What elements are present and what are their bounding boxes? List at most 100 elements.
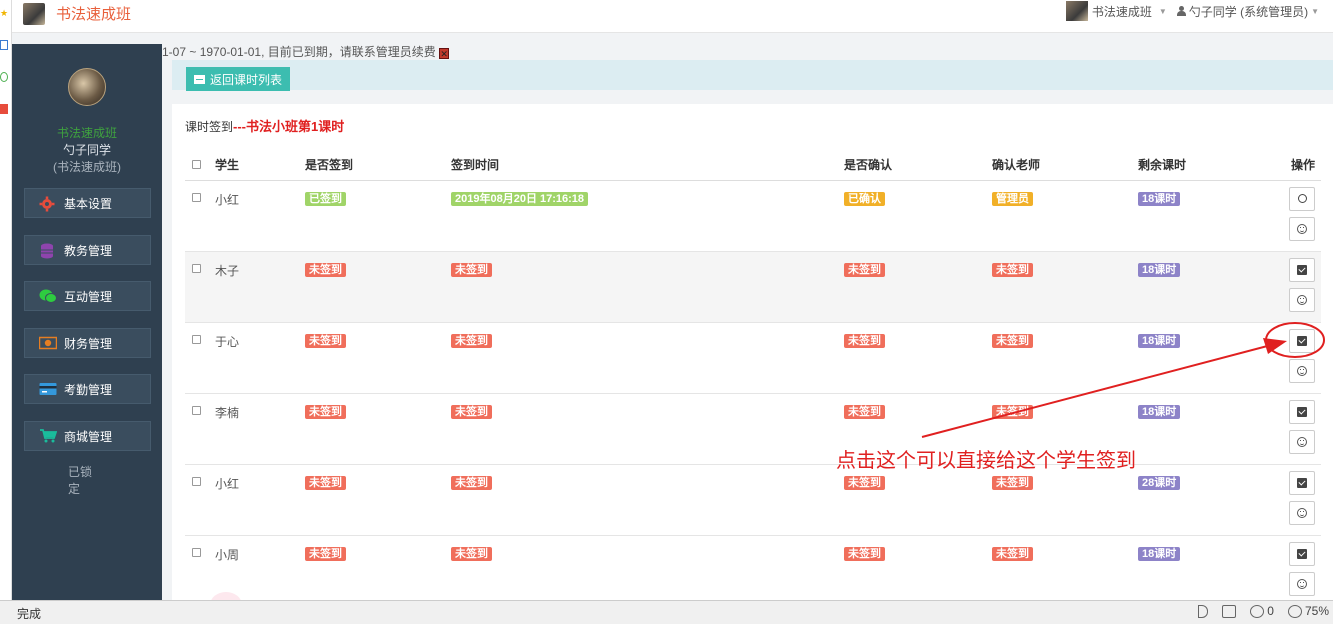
sidebar-item-basic-settings[interactable]: 基本设置 (24, 188, 151, 218)
money-icon (38, 336, 58, 350)
signed-cell: 未签到 (305, 464, 451, 536)
sign-in-button[interactable] (1289, 399, 1315, 424)
sign-in-button[interactable] (1289, 328, 1315, 353)
teacher-badge: 未签到 (992, 262, 1033, 277)
column-header-sign-time: 签到时间 (451, 150, 844, 181)
close-icon[interactable]: ✕ (439, 48, 450, 59)
row-checkbox[interactable] (192, 192, 201, 202)
row-checkbox[interactable] (192, 547, 201, 557)
remaining-badge: 18课时 (1138, 191, 1181, 206)
top-navbar: 书法速成班 书法速成班 ▼ 勺子同学 (系统管理员) ▼ (12, 0, 1333, 33)
row-checkbox[interactable] (192, 334, 201, 344)
table-row: 小红 未签到 未签到 未签到 未签到 28课时 (185, 464, 1321, 536)
back-to-lesson-list-button[interactable]: 返回课时列表 (186, 67, 291, 91)
remaining-cell: 18课时 (1138, 393, 1248, 465)
sign-time-badge: 2019年08月20日 17:16:18 (451, 191, 589, 206)
select-all-checkbox[interactable] (192, 159, 201, 169)
teacher-cell: 未签到 (992, 322, 1138, 394)
signed-cell: 未签到 (305, 393, 451, 465)
student-name: 木子 (215, 251, 305, 323)
sign-time-badge: 未签到 (451, 546, 492, 561)
sign-time-cell: 未签到 (451, 535, 844, 607)
sidebar-item-finance[interactable]: 财务管理 (24, 328, 151, 358)
teacher-badge: 未签到 (992, 333, 1033, 348)
user-icon (1176, 6, 1186, 16)
attendance-panel: 课时签到---书法小班第1课时 学生 是否签到 签到时间 是否确认 确认老师 剩… (172, 104, 1333, 607)
actions-cell (1248, 322, 1321, 394)
smile-icon (1297, 507, 1307, 518)
sign-time-cell: 未签到 (451, 251, 844, 323)
table-row: 小红 已签到 2019年08月20日 17:16:18 已确认 管理员 18课时 (185, 180, 1321, 252)
locked-status: 已锁定 (68, 465, 93, 496)
teacher-cell: 未签到 (992, 464, 1138, 536)
signed-badge: 已签到 (305, 191, 346, 206)
column-header-actions: 操作 (1248, 150, 1321, 181)
adblock-counter[interactable]: 0 (1250, 604, 1274, 618)
sidebar-item-attendance[interactable]: 考勤管理 (24, 374, 151, 404)
column-header-student: 学生 (215, 150, 305, 181)
cart-icon (39, 429, 58, 443)
page-icon[interactable] (0, 40, 8, 50)
card-icon (39, 382, 57, 396)
school-switcher[interactable]: 书法速成班 ▼ (1065, 1, 1167, 21)
page-title: 课时签到---书法小班第1课时 (185, 116, 344, 135)
chevron-down-icon: ▼ (1311, 6, 1319, 16)
comment-button[interactable] (1289, 216, 1315, 241)
school-switcher-label: 书法速成班 (1091, 4, 1152, 19)
zoom-control[interactable]: 75% (1287, 604, 1329, 618)
row-checkbox[interactable] (192, 405, 201, 415)
signed-cell: 未签到 (305, 535, 451, 607)
sidebar-item-label: 考勤管理 (64, 382, 113, 397)
row-checkbox[interactable] (192, 476, 201, 486)
sign-time-badge: 未签到 (451, 404, 492, 419)
database-icon (39, 243, 57, 259)
comment-button[interactable] (1289, 358, 1315, 383)
confirmed-cell: 已确认 (844, 180, 992, 252)
sidebar-item-academic[interactable]: 教务管理 (24, 235, 151, 265)
avatar[interactable] (68, 68, 106, 106)
back-button-label: 返回课时列表 (210, 72, 283, 87)
sign-in-button[interactable] (1289, 257, 1315, 282)
sidebar-item-shop[interactable]: 商城管理 (24, 421, 151, 451)
column-header-teacher: 确认老师 (992, 150, 1138, 181)
expiry-notice: 1-07 ~ 1970-01-01, 目前已到期，请联系管理员续费 ✕ (162, 43, 450, 60)
comment-button[interactable] (1289, 287, 1315, 312)
remaining-badge: 28课时 (1138, 475, 1181, 490)
smile-icon (1297, 223, 1307, 234)
confirmed-cell: 未签到 (844, 535, 992, 607)
comment-button[interactable] (1289, 571, 1315, 596)
speaker-icon[interactable] (1198, 604, 1209, 618)
actions-cell (1248, 464, 1321, 536)
row-checkbox[interactable] (192, 263, 201, 273)
sign-in-button[interactable] (1289, 541, 1315, 566)
confirmed-cell: 未签到 (844, 464, 992, 536)
app-title: 书法速成班 (56, 6, 132, 23)
smile-icon (1297, 436, 1307, 447)
student-name: 于心 (215, 322, 305, 394)
comment-button[interactable] (1289, 500, 1315, 525)
bookmark-icon[interactable] (0, 104, 8, 114)
comment-button[interactable] (1289, 429, 1315, 454)
unsign-button[interactable] (1289, 186, 1315, 211)
teacher-badge: 管理员 (992, 191, 1033, 206)
smile-icon (1297, 578, 1307, 589)
sidebar-item-interaction[interactable]: 互动管理 (24, 281, 151, 311)
signed-cell: 未签到 (305, 322, 451, 394)
remaining-badge: 18课时 (1138, 546, 1181, 561)
chat-icon[interactable] (0, 72, 8, 82)
confirmed-cell: 未签到 (844, 251, 992, 323)
sign-in-button[interactable] (1289, 470, 1315, 495)
check-square-icon (1297, 335, 1307, 346)
sign-time-cell: 未签到 (451, 464, 844, 536)
remaining-cell: 18课时 (1138, 535, 1248, 607)
star-icon[interactable]: ★ (0, 8, 8, 18)
actions-cell (1248, 535, 1321, 607)
user-menu[interactable]: 勺子同学 (系统管理员) ▼ (1176, 3, 1319, 20)
table-row: 李楠 未签到 未签到 未签到 未签到 18课时 (185, 393, 1321, 465)
check-square-icon (1297, 548, 1307, 559)
student-name: 小红 (215, 464, 305, 536)
remaining-cell: 18课时 (1138, 322, 1248, 394)
browser-status-bar: 完成 0 75% (0, 600, 1333, 624)
download-icon[interactable] (1222, 604, 1237, 618)
confirmed-badge: 未签到 (844, 404, 885, 419)
